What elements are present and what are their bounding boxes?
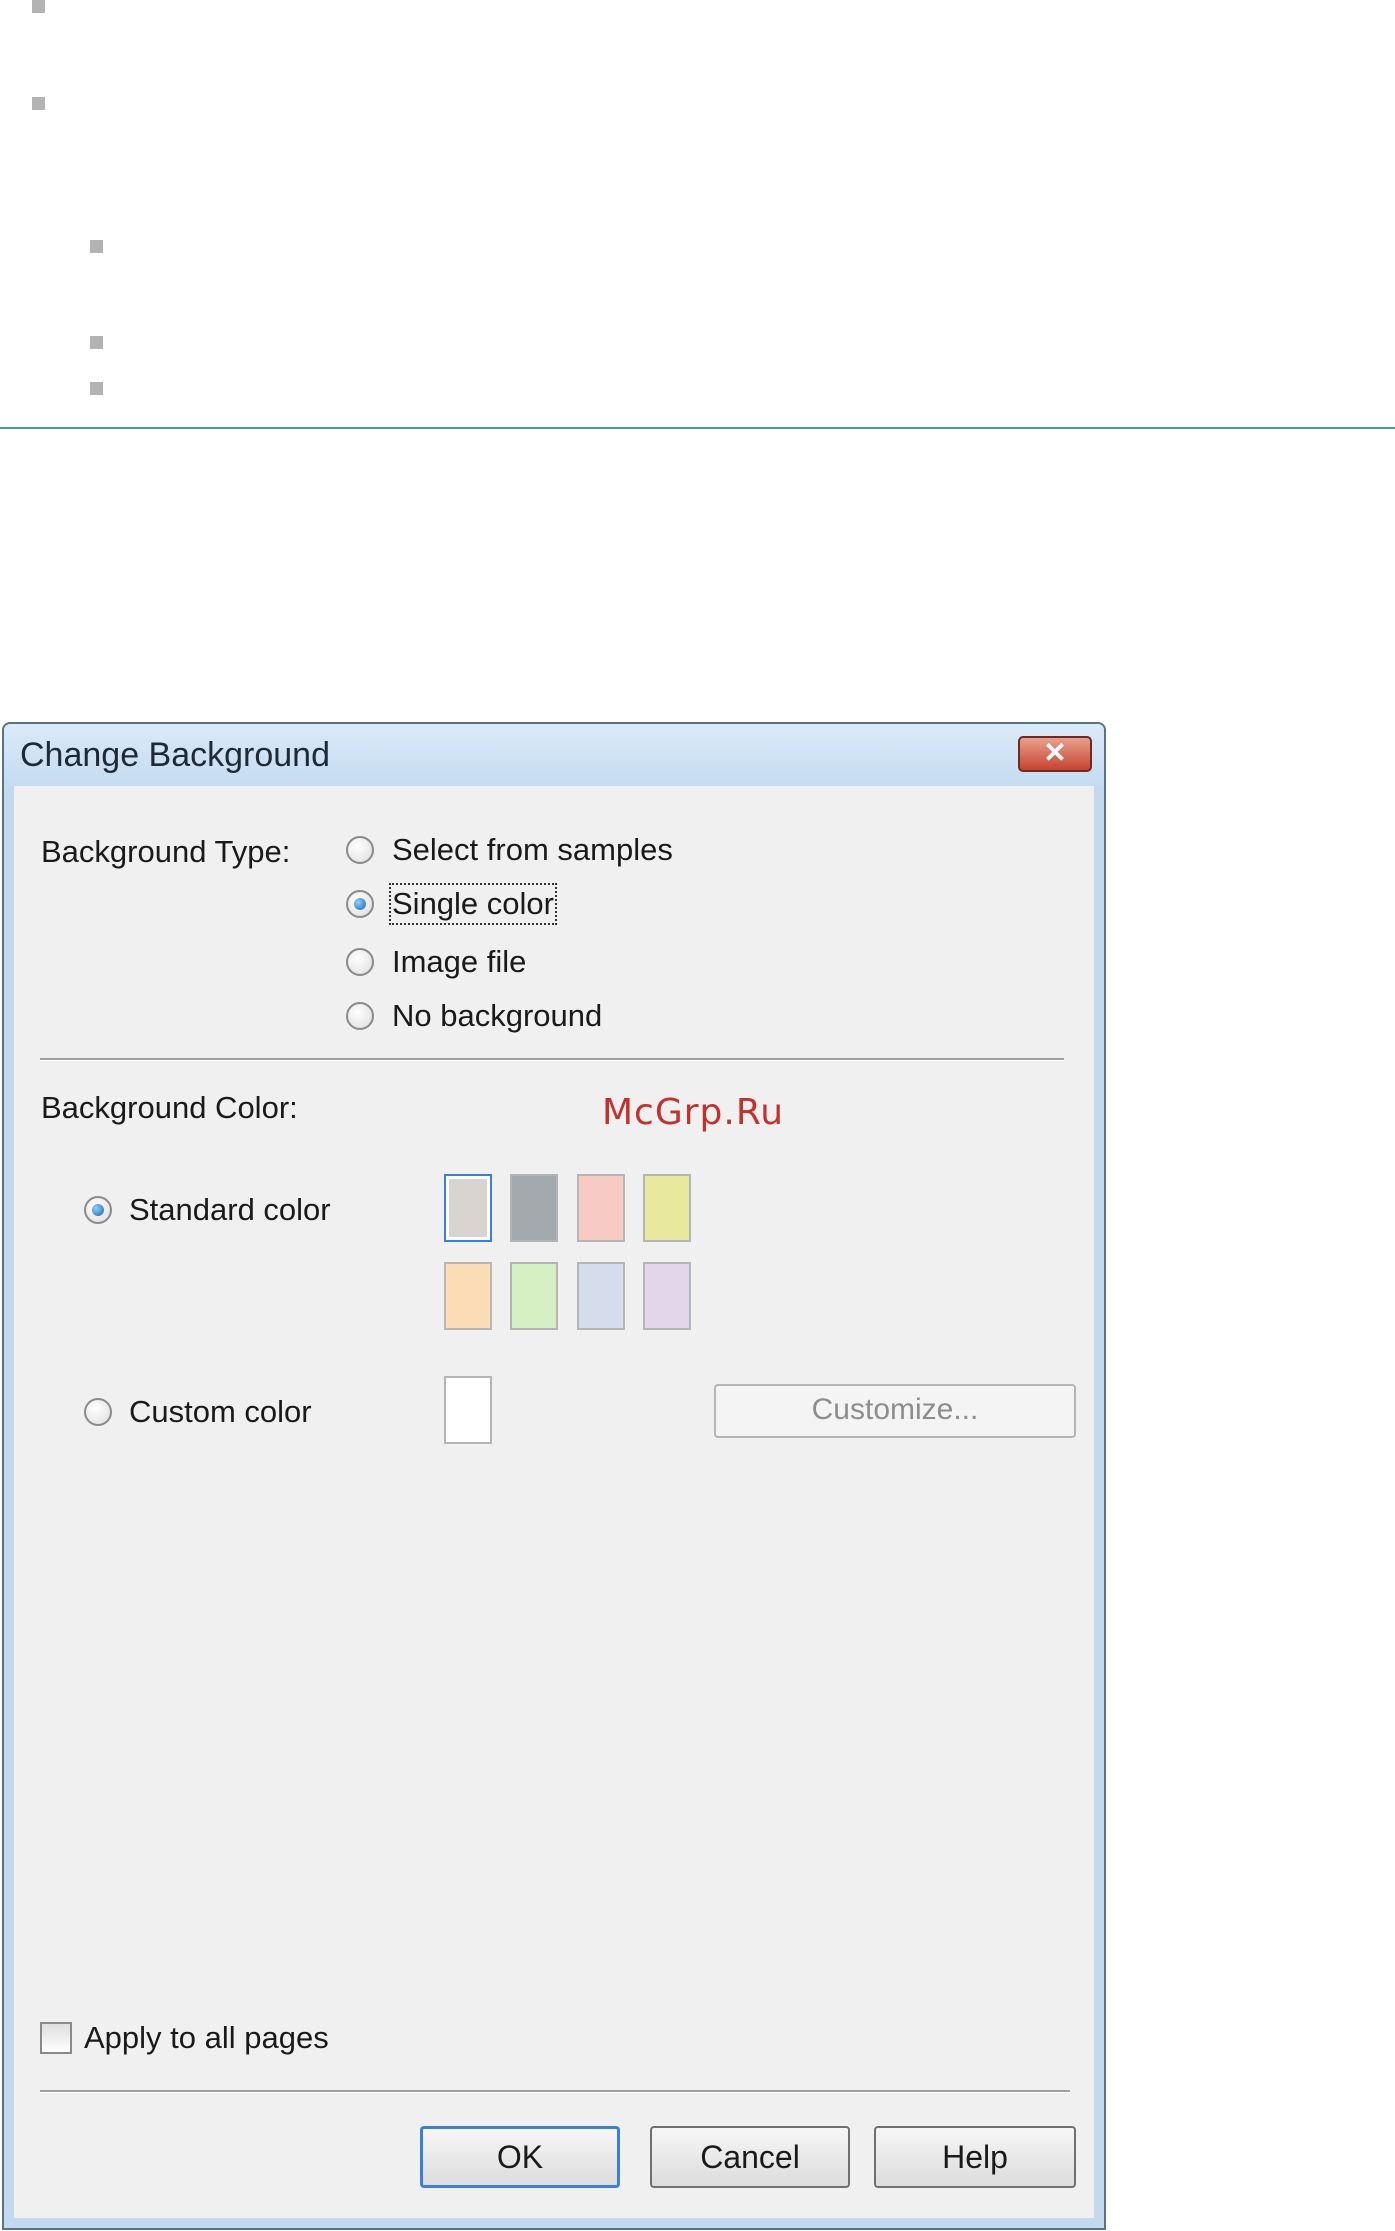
color-swatch-green[interactable]	[510, 1262, 558, 1330]
section-divider	[0, 427, 1395, 429]
radio-label-no-background[interactable]: No background	[392, 998, 602, 1034]
apply-all-pages-label[interactable]: Apply to all pages	[84, 2020, 329, 2056]
ok-button[interactable]: OK	[420, 2126, 620, 2188]
color-swatch-gray[interactable]	[510, 1174, 558, 1242]
radio-standard-color[interactable]	[84, 1196, 112, 1224]
radio-single-color[interactable]	[346, 890, 374, 918]
color-swatch-yellow[interactable]	[643, 1174, 691, 1242]
radio-label-standard-color[interactable]: Standard color	[129, 1192, 331, 1228]
radio-image-file[interactable]	[346, 948, 374, 976]
color-swatch-warm-gray[interactable]	[444, 1174, 492, 1242]
close-icon[interactable]: ✕	[1018, 736, 1092, 772]
watermark-text: McGrp.Ru	[602, 1092, 785, 1133]
customize-button[interactable]: Customize...	[714, 1384, 1076, 1438]
color-swatch-pink[interactable]	[577, 1174, 625, 1242]
color-swatch-blue[interactable]	[577, 1262, 625, 1330]
change-background-dialog: Change Background ✕ Background Type: Sel…	[2, 722, 1106, 2230]
bullet-marker	[32, 0, 45, 13]
bullet-marker	[32, 97, 45, 110]
separator	[40, 2090, 1070, 2093]
help-button[interactable]: Help	[874, 2126, 1076, 2188]
radio-custom-color[interactable]	[84, 1398, 112, 1426]
apply-all-pages-checkbox[interactable]	[40, 2022, 72, 2054]
bullet-marker	[90, 240, 103, 253]
color-swatch-peach[interactable]	[444, 1262, 492, 1330]
radio-label-image-file[interactable]: Image file	[392, 944, 526, 980]
radio-label-select-from-samples[interactable]: Select from samples	[392, 832, 673, 868]
dialog-title: Change Background	[20, 736, 331, 774]
cancel-button[interactable]: Cancel	[650, 2126, 850, 2188]
separator	[40, 1058, 1064, 1061]
title-bar[interactable]: Change Background ✕	[4, 724, 1104, 786]
bullet-marker	[90, 382, 103, 395]
radio-label-single-color[interactable]: Single color	[389, 883, 557, 925]
radio-select-from-samples[interactable]	[346, 836, 374, 864]
bullet-marker	[90, 336, 103, 349]
background-type-label: Background Type:	[41, 834, 291, 869]
custom-color-preview	[444, 1376, 492, 1444]
radio-no-background[interactable]	[346, 1002, 374, 1030]
radio-label-custom-color[interactable]: Custom color	[129, 1394, 312, 1430]
background-color-label: Background Color:	[41, 1090, 298, 1125]
dialog-client: Background Type: Select from samples Sin…	[14, 786, 1094, 2218]
color-swatch-lavender[interactable]	[643, 1262, 691, 1330]
